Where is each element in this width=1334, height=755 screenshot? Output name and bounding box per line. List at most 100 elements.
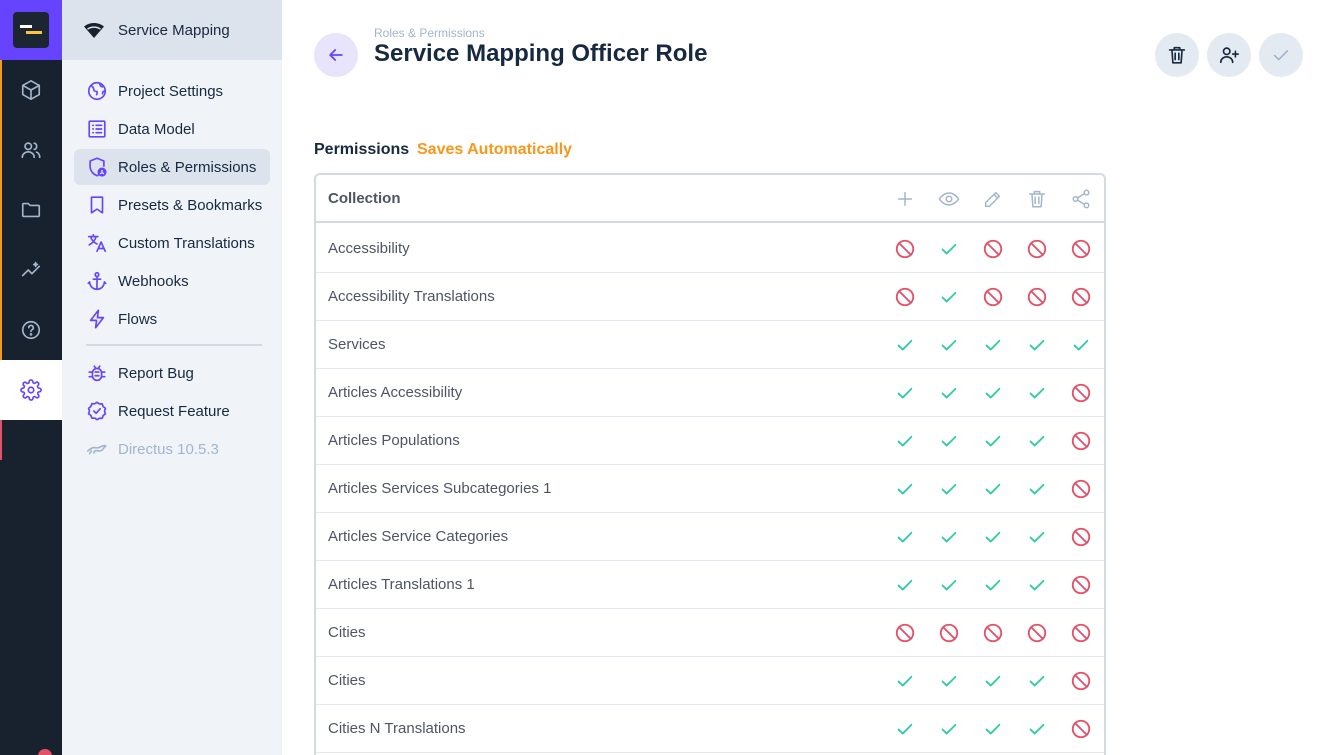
share-icon	[1072, 189, 1090, 209]
update-permission-toggle[interactable]	[982, 574, 1004, 596]
nav-item-roles-permissions[interactable]: Roles & Permissions	[74, 149, 270, 185]
save-button[interactable]	[1259, 33, 1303, 77]
create-permission-toggle[interactable]	[894, 334, 916, 356]
read-permission-toggle[interactable]	[938, 430, 960, 452]
read-permission-toggle[interactable]	[938, 574, 960, 596]
read-permission-toggle[interactable]	[938, 478, 960, 500]
create-permission-toggle[interactable]	[894, 526, 916, 548]
module-content-button[interactable]	[0, 60, 62, 120]
nav-item-flows[interactable]: Flows	[74, 301, 270, 337]
delete-column-header[interactable]	[1026, 188, 1048, 210]
share-permission-toggle[interactable]	[1070, 382, 1092, 404]
table-row: Cities	[316, 657, 1104, 705]
update-permission-toggle[interactable]	[982, 478, 1004, 500]
update-permission-toggle[interactable]	[982, 718, 1004, 740]
read-permission-toggle[interactable]	[938, 670, 960, 692]
share-permission-toggle[interactable]	[1070, 430, 1092, 452]
check-icon	[1029, 675, 1045, 687]
create-permission-toggle[interactable]	[894, 670, 916, 692]
share-column-header[interactable]	[1070, 188, 1092, 210]
module-users-button[interactable]	[0, 120, 62, 180]
create-column-header[interactable]	[894, 188, 916, 210]
create-permission-toggle[interactable]	[894, 478, 916, 500]
update-permission-toggle[interactable]	[982, 622, 1004, 644]
update-permission-toggle[interactable]	[982, 382, 1004, 404]
read-permission-toggle[interactable]	[938, 286, 960, 308]
check-icon	[941, 243, 957, 255]
nav-item-version[interactable]: Directus 10.5.3	[74, 431, 270, 467]
share-permission-toggle[interactable]	[1070, 622, 1092, 644]
table-row: Accessibility	[316, 225, 1104, 273]
nav-item-label: Flows	[118, 310, 158, 328]
nav-item-custom-translations[interactable]: Custom Translations	[74, 225, 270, 261]
delete-permission-toggle[interactable]	[1026, 238, 1048, 260]
share-permission-toggle[interactable]	[1070, 526, 1092, 548]
collection-name: Cities	[328, 672, 366, 689]
help-icon	[21, 320, 41, 340]
delete-permission-toggle[interactable]	[1026, 334, 1048, 356]
delete-permission-toggle[interactable]	[1026, 718, 1048, 740]
read-permission-toggle[interactable]	[938, 526, 960, 548]
share-permission-toggle[interactable]	[1070, 286, 1092, 308]
project-header[interactable]: Service Mapping	[62, 0, 282, 60]
module-insights-button[interactable]	[0, 240, 62, 300]
share-permission-toggle[interactable]	[1070, 334, 1092, 356]
module-help-button[interactable]	[0, 300, 62, 360]
create-permission-toggle[interactable]	[894, 718, 916, 740]
back-button[interactable]	[314, 33, 358, 77]
share-permission-toggle[interactable]	[1070, 718, 1092, 740]
delete-permission-toggle[interactable]	[1026, 526, 1048, 548]
update-permission-toggle[interactable]	[982, 670, 1004, 692]
module-files-button[interactable]	[0, 180, 62, 240]
create-permission-toggle[interactable]	[894, 574, 916, 596]
share-permission-toggle[interactable]	[1070, 574, 1092, 596]
delete-permission-toggle[interactable]	[1026, 430, 1048, 452]
read-permission-toggle[interactable]	[938, 334, 960, 356]
settings-icon	[20, 379, 42, 401]
check-icon	[1029, 531, 1045, 543]
delete-permission-toggle[interactable]	[1026, 622, 1048, 644]
read-permission-toggle[interactable]	[938, 382, 960, 404]
nav-item-presets-bookmarks[interactable]: Presets & Bookmarks	[74, 187, 270, 223]
create-permission-toggle[interactable]	[894, 382, 916, 404]
notification-badge[interactable]	[38, 749, 52, 755]
bookmark-icon	[90, 196, 104, 214]
nav-item-request-feature[interactable]: Request Feature	[74, 393, 270, 429]
directus-logo[interactable]	[0, 0, 62, 60]
update-permission-toggle[interactable]	[982, 238, 1004, 260]
delete-permission-toggle[interactable]	[1026, 670, 1048, 692]
collection-name: Articles Translations 1	[328, 576, 475, 593]
create-permission-toggle[interactable]	[894, 286, 916, 308]
update-permission-toggle[interactable]	[982, 334, 1004, 356]
nav-item-data-model[interactable]: Data Model	[74, 111, 270, 147]
create-permission-toggle[interactable]	[894, 430, 916, 452]
delete-permission-toggle[interactable]	[1026, 286, 1048, 308]
read-permission-toggle[interactable]	[938, 718, 960, 740]
delete-permission-toggle[interactable]	[1026, 382, 1048, 404]
invite-user-button[interactable]	[1207, 33, 1251, 77]
update-permission-toggle[interactable]	[982, 526, 1004, 548]
update-permission-toggle[interactable]	[982, 430, 1004, 452]
delete-role-button[interactable]	[1155, 33, 1199, 77]
nav-item-webhooks[interactable]: Webhooks	[74, 263, 270, 299]
check-icon	[985, 579, 1001, 591]
delete-permission-toggle[interactable]	[1026, 478, 1048, 500]
share-permission-toggle[interactable]	[1070, 238, 1092, 260]
module-settings-button[interactable]	[0, 360, 62, 420]
create-permission-toggle[interactable]	[894, 238, 916, 260]
update-permission-toggle[interactable]	[982, 286, 1004, 308]
update-column-header[interactable]	[982, 188, 1004, 210]
read-permission-toggle[interactable]	[938, 622, 960, 644]
collection-name: Services	[328, 336, 386, 353]
nav-item-report-bug[interactable]: Report Bug	[74, 355, 270, 391]
breadcrumb[interactable]: Roles & Permissions	[374, 26, 485, 40]
read-permission-toggle[interactable]	[938, 238, 960, 260]
share-permission-toggle[interactable]	[1070, 670, 1092, 692]
anchor-icon	[87, 271, 107, 291]
check-icon	[897, 387, 913, 399]
read-column-header[interactable]	[938, 188, 960, 210]
create-permission-toggle[interactable]	[894, 622, 916, 644]
share-permission-toggle[interactable]	[1070, 478, 1092, 500]
nav-item-project-settings[interactable]: Project Settings	[74, 73, 270, 109]
delete-permission-toggle[interactable]	[1026, 574, 1048, 596]
